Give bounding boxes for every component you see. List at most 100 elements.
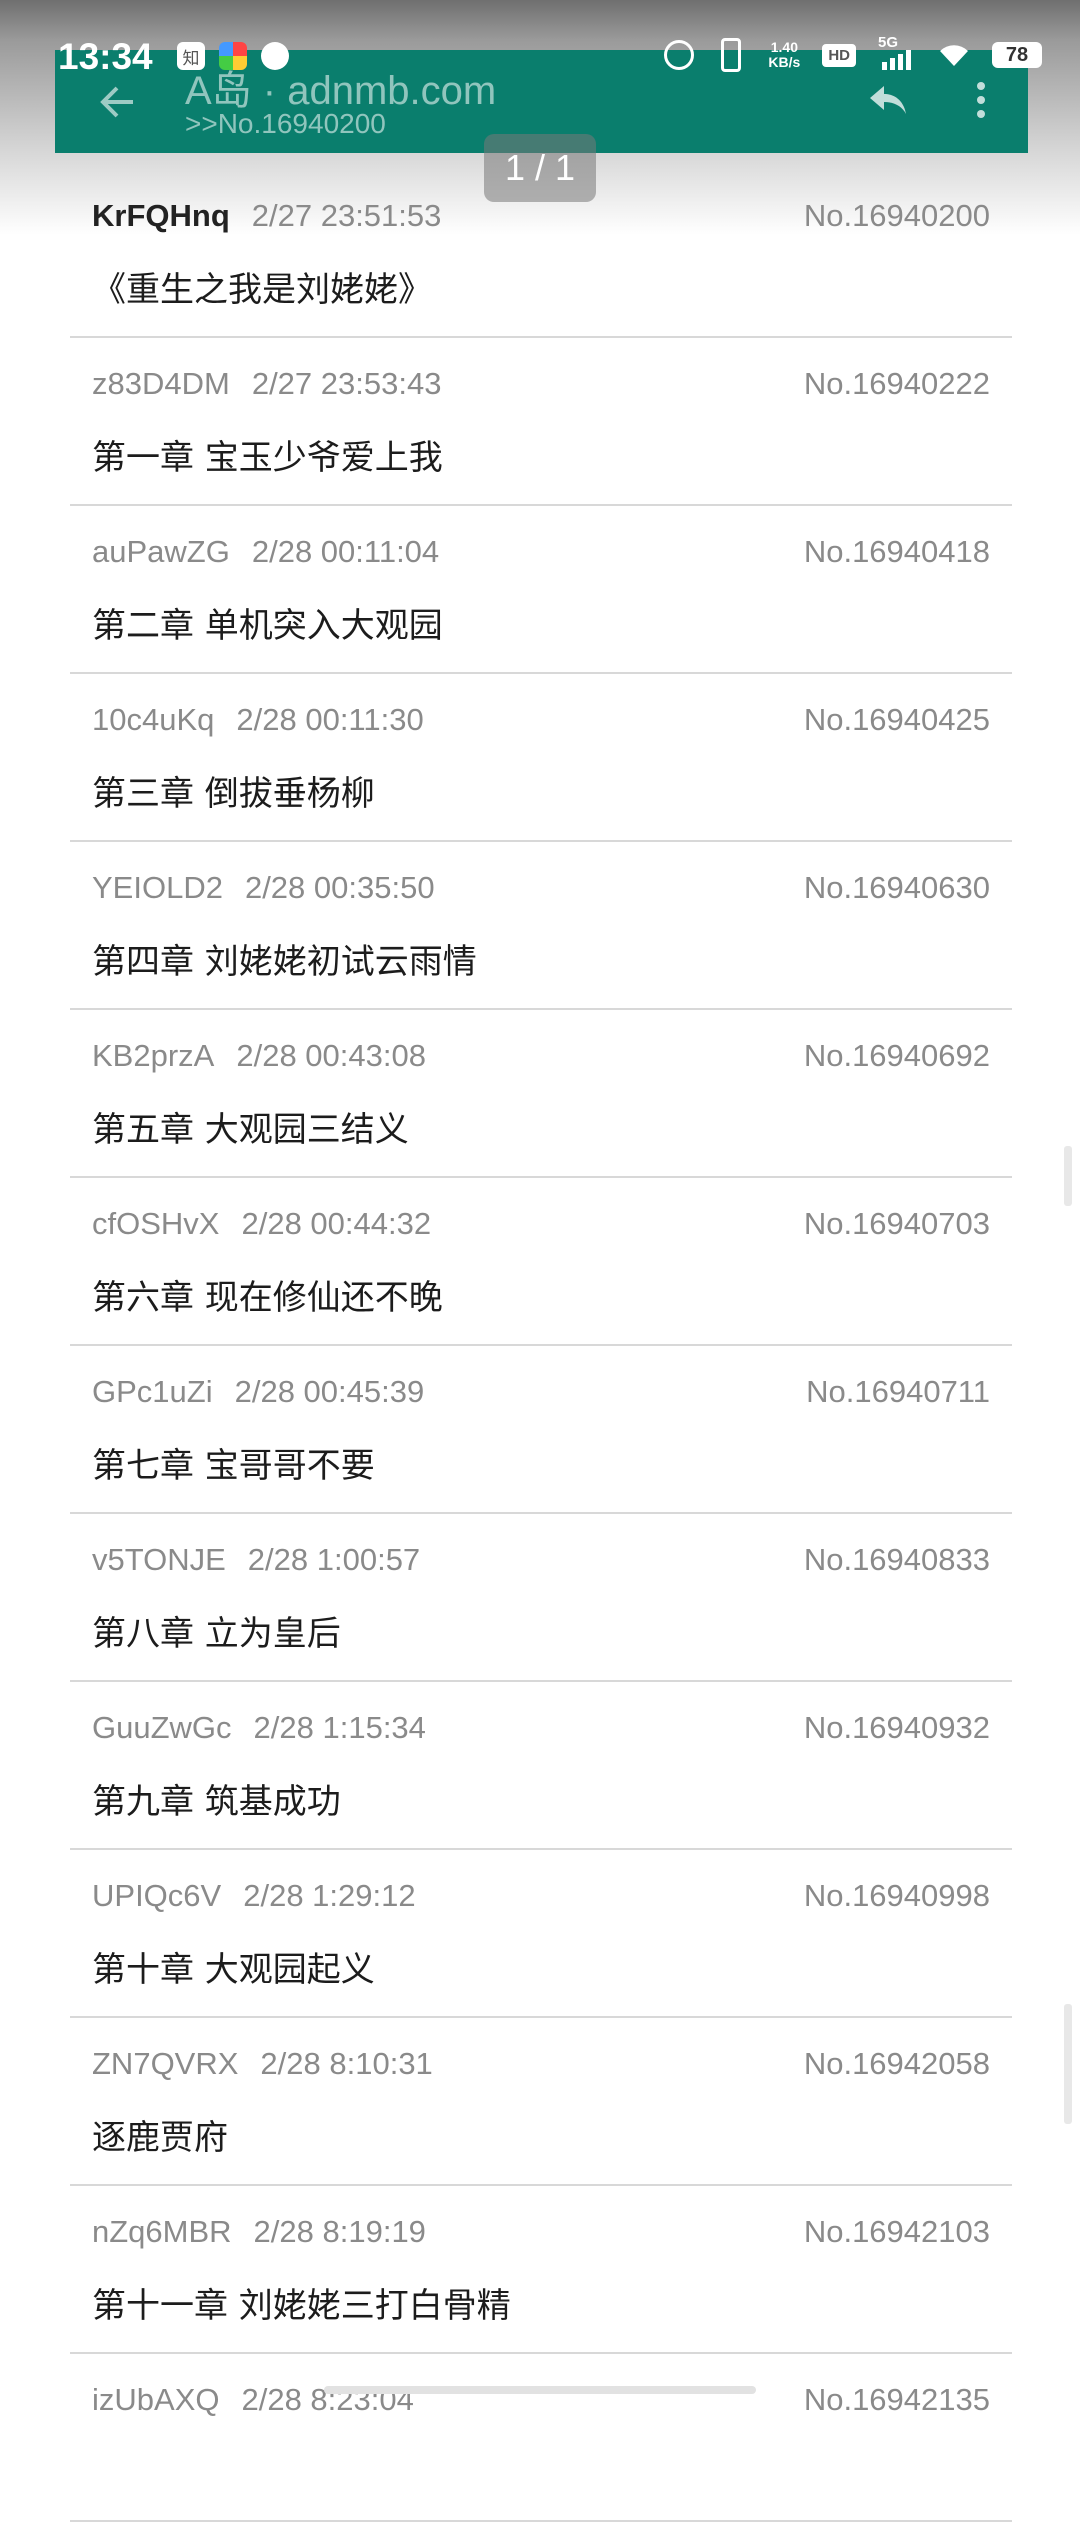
post-timestamp: 2/28 8:10:31 — [260, 2046, 433, 2081]
post-number[interactable]: No.16940932 — [804, 1710, 990, 1746]
post-header: v5TONJE 2/28 1:00:57 — [92, 1542, 420, 1578]
post-content: 第一章 宝玉少爷爱上我 — [92, 438, 443, 478]
post-header: nZq6MBR 2/28 8:19:19 — [92, 2214, 426, 2250]
post-row[interactable]: cfOSHvX 2/28 00:44:32 No.16940703 第六章 现在修仙还… — [70, 1178, 1012, 1346]
post-timestamp: 2/28 1:15:34 — [253, 1710, 426, 1745]
poster-id: UPIQc6V — [92, 1878, 222, 1913]
notification-icons: 知 — [177, 42, 289, 70]
thread-id: >>No.16940200 — [185, 108, 386, 139]
post-timestamp: 2/27 23:51:53 — [251, 198, 442, 233]
photos-icon — [219, 42, 247, 70]
post-header: KB2przA 2/28 00:43:08 — [92, 1038, 426, 1074]
page-indicator: 1 / 1 — [484, 134, 596, 202]
poster-id: GPc1uZi — [92, 1374, 213, 1409]
network-type: 5G — [878, 34, 899, 51]
poster-id: GuuZwGc — [92, 1710, 232, 1745]
post-number[interactable]: No.16940425 — [804, 702, 990, 738]
post-header: z83D4DM 2/27 23:53:43 — [92, 366, 441, 402]
post-header: ZN7QVRX 2/28 8:10:31 — [92, 2046, 433, 2082]
post-number[interactable]: No.16940703 — [804, 1206, 990, 1242]
post-row[interactable]: v5TONJE 2/28 1:00:57 No.16940833 第八章 立为皇后 — [70, 1514, 1012, 1682]
post-number[interactable]: No.16940222 — [804, 366, 990, 402]
post-header: KrFQHnq 2/27 23:51:53 — [92, 198, 441, 234]
post-row[interactable]: auPawZG 2/28 00:11:04 No.16940418 第二章 单机突入大… — [70, 506, 1012, 674]
poster-id: 10c4uKq — [92, 702, 215, 737]
poster-id: auPawZG — [92, 534, 230, 569]
poster-id: z83D4DM — [92, 366, 230, 401]
post-row[interactable]: z83D4DM 2/27 23:53:43 No.16940222 第一章 宝玉少爷爱… — [70, 338, 1012, 506]
post-content: 第二章 单机突入大观园 — [92, 606, 443, 646]
cellular-signal-icon: 5G — [878, 34, 916, 70]
post-content: 第八章 立为皇后 — [92, 1614, 341, 1654]
post-content: 第六章 现在修仙还不晚 — [92, 1278, 443, 1318]
post-number[interactable]: No.16942058 — [804, 2046, 990, 2082]
post-timestamp: 2/28 00:35:50 — [244, 870, 435, 905]
scroll-indicator — [1064, 1146, 1072, 1206]
post-number[interactable]: No.16940630 — [804, 870, 990, 906]
post-header: GPc1uZi 2/28 00:45:39 — [92, 1374, 424, 1410]
post-content: 第九章 筑基成功 — [92, 1782, 341, 1822]
post-header: cfOSHvX 2/28 00:44:32 — [92, 1206, 431, 1242]
post-content: 《重生之我是刘姥姥》 — [92, 270, 432, 310]
post-header: auPawZG 2/28 00:11:04 — [92, 534, 439, 570]
poster-id: cfOSHvX — [92, 1206, 220, 1241]
post-number[interactable]: No.16940200 — [804, 198, 990, 234]
post-row[interactable]: UPIQc6V 2/28 1:29:12 No.16940998 第十章 大观园起义 — [70, 1850, 1012, 2018]
post-content: 第五章 大观园三结义 — [92, 1110, 409, 1150]
poster-id: KB2przA — [92, 1038, 215, 1073]
poster-id: KrFQHnq — [92, 198, 230, 233]
post-row[interactable]: izUbAXQ 2/28 8:23:04 No.16942135 — [70, 2354, 1012, 2522]
post-timestamp: 2/28 8:19:19 — [253, 2214, 426, 2249]
vibrate-icon — [716, 38, 746, 72]
network-speed-value: 1.40 — [770, 39, 798, 55]
post-timestamp: 2/28 00:11:04 — [251, 534, 440, 569]
network-speed-unit: KB/s — [768, 54, 801, 70]
post-timestamp: 2/28 00:11:30 — [236, 702, 424, 737]
poster-id: YEIOLD2 — [92, 870, 223, 905]
hd-voice-icon: HD — [822, 43, 856, 67]
post-content: 第三章 倒拔垂杨柳 — [92, 774, 375, 814]
post-header: 10c4uKq 2/28 00:11:30 — [92, 702, 424, 738]
post-row[interactable]: GPc1uZi 2/28 00:45:39 No.16940711 第七章 宝哥哥不要 — [70, 1346, 1012, 1514]
poster-id: v5TONJE — [92, 1542, 226, 1577]
post-timestamp: 2/28 00:45:39 — [234, 1374, 425, 1409]
post-timestamp: 2/28 00:44:32 — [241, 1206, 432, 1241]
home-indicator[interactable] — [324, 2386, 756, 2394]
post-row[interactable]: YEIOLD2 2/28 00:35:50 No.16940630 第四章 刘姥姥初试… — [70, 842, 1012, 1010]
post-timestamp: 2/28 1:00:57 — [247, 1542, 421, 1577]
chat-bubble-icon — [261, 42, 289, 70]
post-content: 第十章 大观园起义 — [92, 1950, 375, 1990]
post-content: 第四章 刘姥姥初试云雨情 — [92, 942, 477, 982]
post-content: 逐鹿贾府 — [92, 2118, 228, 2158]
status-right-icons: 1.40 KB/s HD 5G 78 — [664, 34, 1042, 72]
post-timestamp: 2/28 00:43:08 — [236, 1038, 426, 1073]
poster-id: ZN7QVRX — [92, 2046, 239, 2081]
wifi-icon — [940, 45, 968, 66]
post-timestamp: 2/28 1:29:12 — [243, 1878, 416, 1913]
post-number[interactable]: No.16940711 — [806, 1374, 990, 1410]
post-list: KrFQHnq 2/27 23:51:53 No.16940200 《重生之我是刘姥姥… — [70, 170, 1012, 2522]
post-row[interactable]: KB2przA 2/28 00:43:08 No.16940692 第五章 大观园三结… — [70, 1010, 1012, 1178]
post-row[interactable]: GuuZwGc 2/28 1:15:34 No.16940932 第九章 筑基成功 — [70, 1682, 1012, 1850]
post-header: YEIOLD2 2/28 00:35:50 — [92, 870, 435, 906]
post-header: GuuZwGc 2/28 1:15:34 — [92, 1710, 426, 1746]
poster-id: nZq6MBR — [92, 2214, 232, 2249]
post-content: 第十一章 刘姥姥三打白骨精 — [92, 2286, 511, 2326]
post-content: 第七章 宝哥哥不要 — [92, 1446, 375, 1486]
post-header: UPIQc6V 2/28 1:29:12 — [92, 1878, 416, 1914]
post-number[interactable]: No.16940998 — [804, 1878, 990, 1914]
post-number[interactable]: No.16940418 — [804, 534, 990, 570]
post-timestamp: 2/27 23:53:43 — [251, 366, 442, 401]
network-speed: 1.40 KB/s — [768, 40, 800, 70]
post-row[interactable]: 10c4uKq 2/28 00:11:30 No.16940425 第三章 倒拔垂杨柳 — [70, 674, 1012, 842]
post-row[interactable]: ZN7QVRX 2/28 8:10:31 No.16942058 逐鹿贾府 — [70, 2018, 1012, 2186]
post-number[interactable]: No.16942103 — [804, 2214, 990, 2250]
status-time: 13:34 — [58, 36, 153, 77]
scroll-indicator-lower — [1064, 2004, 1072, 2124]
post-row[interactable]: nZq6MBR 2/28 8:19:19 No.16942103 第十一章 刘姥姥三打… — [70, 2186, 1012, 2354]
post-number[interactable]: No.16940833 — [804, 1542, 990, 1578]
status-bar: 13:34 知 1.40 KB/s HD 5G 78 — [0, 0, 1080, 110]
post-number[interactable]: No.16940692 — [804, 1038, 990, 1074]
battery-icon: 78 — [992, 42, 1042, 68]
post-number[interactable]: No.16942135 — [804, 2382, 990, 2418]
